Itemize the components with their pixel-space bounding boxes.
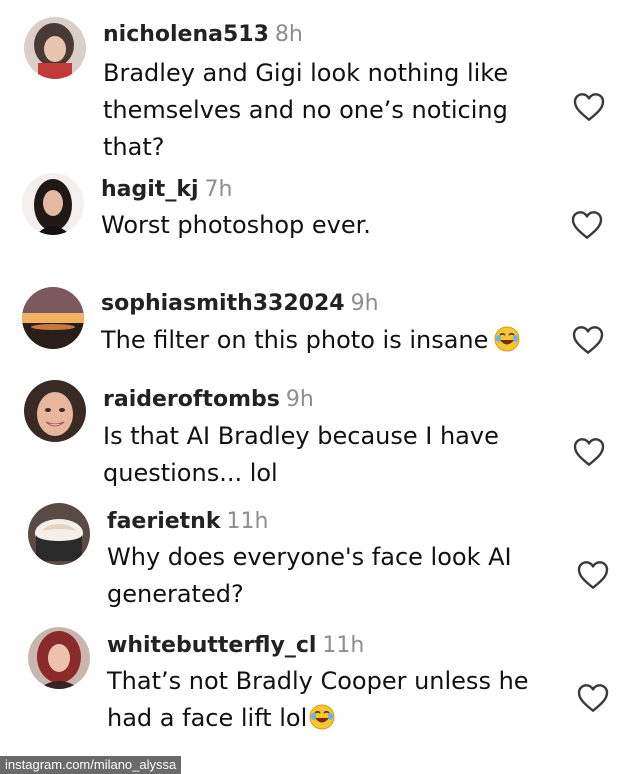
timestamp: 8h — [274, 22, 303, 47]
avatar[interactable] — [22, 173, 84, 235]
timestamp: 9h — [285, 387, 314, 412]
face-with-tears-of-joy-icon — [309, 704, 335, 730]
username[interactable]: hagit_kj — [101, 177, 199, 202]
heart-icon[interactable] — [573, 92, 605, 122]
timestamp: 11h — [322, 633, 365, 658]
timestamp: 9h — [350, 291, 379, 316]
timestamp: 11h — [226, 509, 269, 534]
heart-icon[interactable] — [573, 437, 605, 467]
comment-text: The filter on this photo is insane — [101, 322, 520, 359]
comment-text: That’s not Bradly Cooper unless he had a… — [107, 667, 529, 732]
heart-icon[interactable] — [577, 560, 609, 590]
username[interactable]: faerietnk — [107, 509, 220, 534]
username[interactable]: nicholena513 — [103, 22, 269, 47]
username[interactable]: whitebutterfly_cl — [107, 633, 316, 658]
avatar[interactable] — [28, 627, 90, 689]
avatar[interactable] — [24, 380, 86, 442]
heart-icon[interactable] — [577, 683, 609, 713]
username[interactable]: raideroftombs — [103, 387, 280, 412]
avatar[interactable] — [28, 503, 90, 565]
comment-text: Is that AI Bradley because I have questi… — [103, 422, 499, 487]
heart-icon[interactable] — [572, 325, 604, 355]
face-with-tears-of-joy-icon — [494, 326, 520, 352]
avatar[interactable] — [24, 17, 86, 79]
timestamp: 7h — [204, 177, 233, 202]
username[interactable]: sophiasmith332024 — [101, 291, 345, 316]
comment-text: Bradley and Gigi look nothing like thems… — [103, 59, 509, 161]
heart-icon[interactable] — [571, 210, 603, 240]
avatar[interactable] — [22, 287, 84, 349]
comment-text: Worst photoshop ever. — [101, 211, 371, 239]
image-credit: instagram.com/milano_alyssa — [0, 756, 182, 774]
comment-text: Why does everyone's face look AI generat… — [107, 543, 512, 608]
